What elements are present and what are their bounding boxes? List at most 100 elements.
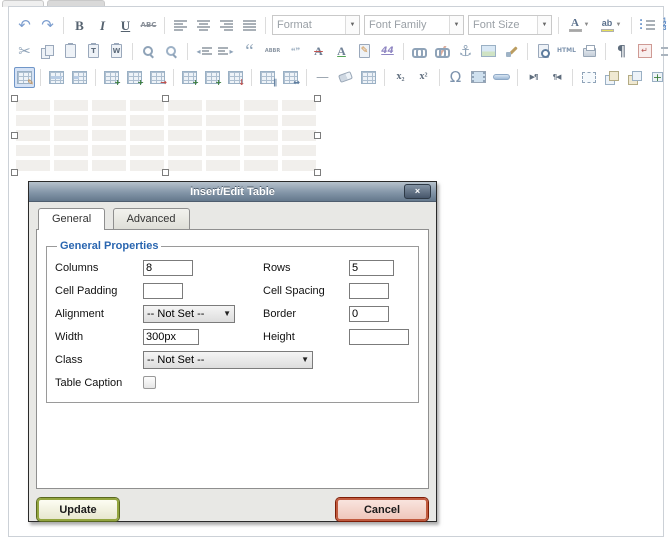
cancel-button[interactable]: Cancel — [336, 498, 428, 521]
find-replace-button[interactable] — [161, 41, 182, 62]
table-row-properties-button[interactable] — [46, 67, 67, 88]
subscript-button[interactable]: x₂ — [390, 67, 411, 88]
table-cell[interactable] — [282, 160, 316, 171]
table-cell[interactable] — [244, 100, 278, 111]
superscript-button[interactable]: x² — [413, 67, 434, 88]
paste-as-text-button[interactable]: T — [83, 41, 104, 62]
width-input[interactable] — [143, 329, 199, 345]
insert-row-before-button[interactable]: + — [101, 67, 122, 88]
tab-advanced[interactable]: Advanced — [113, 208, 190, 229]
format-select[interactable]: Format▼ — [272, 15, 360, 35]
table-cell[interactable] — [130, 115, 164, 126]
insert-column-before-button[interactable]: + — [179, 67, 200, 88]
left-to-right-button[interactable]: ▶¶ — [523, 67, 544, 88]
table-cell[interactable] — [92, 160, 126, 171]
italic-button[interactable]: I — [92, 15, 113, 36]
table-cell[interactable] — [92, 130, 126, 141]
delete-row-button[interactable]: → — [147, 67, 168, 88]
advanced-hr-button[interactable] — [491, 67, 512, 88]
table-cell[interactable] — [244, 115, 278, 126]
bold-button[interactable]: B — [69, 15, 90, 36]
indent-button[interactable]: ▸ — [216, 41, 237, 62]
insert-link-button[interactable] — [409, 41, 430, 62]
cut-button[interactable]: ✂ — [14, 41, 35, 62]
insert-table-button[interactable]: ✎ — [14, 67, 35, 88]
highlight-color-button[interactable]: ab▼ — [596, 15, 626, 36]
alignment-select[interactable]: -- Not Set -- ▼ — [143, 305, 235, 323]
table-cell[interactable] — [92, 115, 126, 126]
table-caption-checkbox[interactable] — [143, 376, 156, 389]
class-select[interactable]: -- Not Set -- ▼ — [143, 351, 313, 369]
attributes-button[interactable]: ✎ — [354, 41, 375, 62]
insert-layer-button[interactable]: + — [647, 67, 668, 88]
table-cell-properties-button[interactable] — [69, 67, 90, 88]
table-cell[interactable] — [54, 130, 88, 141]
insert-image-button[interactable] — [478, 41, 499, 62]
editor-table[interactable] — [16, 100, 316, 171]
anchor-button[interactable]: ⚓ — [455, 41, 476, 62]
find-button[interactable] — [138, 41, 159, 62]
selection-handle[interactable] — [11, 95, 18, 102]
table-cell[interactable] — [244, 130, 278, 141]
align-right-button[interactable] — [216, 15, 237, 36]
paste-from-word-button[interactable]: W — [106, 41, 127, 62]
abbreviation-button[interactable]: ABBR — [262, 41, 283, 62]
table-cell[interactable] — [130, 130, 164, 141]
selection-handle[interactable] — [314, 169, 321, 176]
absolute-position-button[interactable] — [578, 67, 599, 88]
font-size-select[interactable]: Font Size▼ — [468, 15, 552, 35]
table-cell[interactable] — [282, 130, 316, 141]
blockquote-button[interactable]: “ — [239, 41, 260, 62]
cleanup-button[interactable] — [501, 41, 522, 62]
table-cell[interactable] — [282, 100, 316, 111]
close-button[interactable]: × — [404, 184, 431, 199]
columns-input[interactable] — [143, 260, 193, 276]
delete-column-button[interactable]: ↓ — [225, 67, 246, 88]
update-button[interactable]: Update — [37, 498, 119, 521]
height-input[interactable] — [349, 329, 409, 345]
tab-general[interactable]: General — [38, 208, 105, 230]
selection-handle[interactable] — [11, 132, 18, 139]
insertion-button[interactable]: A — [331, 41, 352, 62]
table-cell[interactable] — [130, 145, 164, 156]
underline-button[interactable]: U — [115, 15, 136, 36]
table-cell[interactable] — [244, 145, 278, 156]
visual-characters-button[interactable]: ¶ — [611, 41, 632, 62]
table-cell[interactable] — [54, 145, 88, 156]
special-character-button[interactable]: Ω — [445, 67, 466, 88]
citation-button[interactable]: “” — [285, 41, 306, 62]
undo-button[interactable]: ↶ — [14, 15, 35, 36]
insert-column-after-button[interactable]: + — [202, 67, 223, 88]
table-cell[interactable] — [54, 100, 88, 111]
table-cell[interactable] — [282, 115, 316, 126]
visual-aid-button[interactable] — [358, 67, 379, 88]
table-cell[interactable] — [16, 100, 50, 111]
table-cell[interactable] — [16, 160, 50, 171]
selection-handle[interactable] — [314, 132, 321, 139]
page-break-button[interactable] — [657, 41, 668, 62]
bullet-list-button[interactable]: ••• — [637, 15, 658, 36]
split-cells-button[interactable]: ∥ — [257, 67, 278, 88]
table-cell[interactable] — [130, 160, 164, 171]
table-cell[interactable] — [206, 160, 240, 171]
align-justify-button[interactable] — [239, 15, 260, 36]
right-to-left-button[interactable]: ¶◀ — [546, 67, 567, 88]
move-backward-button[interactable] — [624, 67, 645, 88]
edit-html-button[interactable]: HTML — [556, 41, 577, 62]
border-input[interactable] — [349, 306, 389, 322]
align-center-button[interactable] — [193, 15, 214, 36]
insert-row-after-button[interactable]: + — [124, 67, 145, 88]
insert-media-button[interactable] — [468, 67, 489, 88]
preview-button[interactable] — [533, 41, 554, 62]
table-cell[interactable] — [16, 115, 50, 126]
table-cell[interactable] — [92, 145, 126, 156]
strikethrough-button[interactable]: ABC — [138, 15, 159, 36]
table-cell[interactable] — [92, 100, 126, 111]
acronym-button[interactable]: 44 — [377, 41, 398, 62]
selection-handle[interactable] — [162, 169, 169, 176]
table-cell[interactable] — [168, 130, 202, 141]
align-left-button[interactable] — [170, 15, 191, 36]
table-cell[interactable] — [206, 100, 240, 111]
remove-link-button[interactable] — [432, 41, 453, 62]
table-cell[interactable] — [168, 145, 202, 156]
